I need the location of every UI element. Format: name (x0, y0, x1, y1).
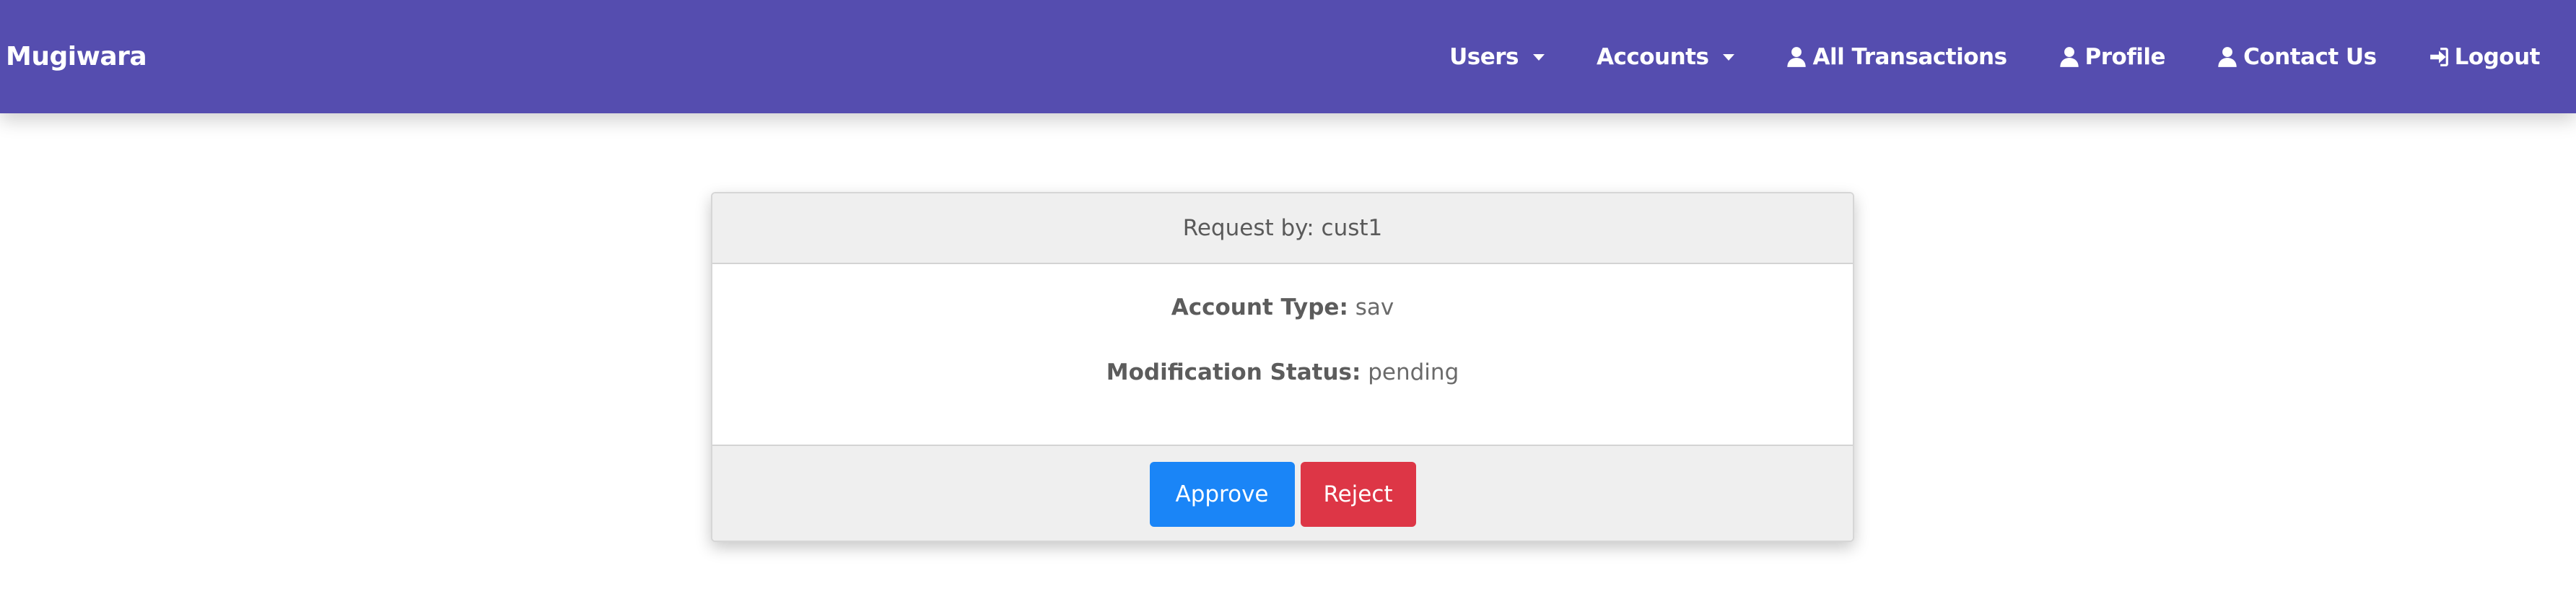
nav-profile[interactable]: Profile (2059, 44, 2166, 70)
request-card-header: Request by: cust1 (712, 193, 1853, 264)
account-type-label: Account Type: (1171, 294, 1348, 320)
nav-accounts-dropdown[interactable]: Accounts (1597, 43, 1735, 70)
approve-button[interactable]: Approve (1149, 461, 1295, 527)
nav-users-label: Users (1449, 43, 1519, 70)
nav-all-transactions[interactable]: All Transactions (1786, 44, 2007, 70)
sign-in-icon (2429, 46, 2449, 68)
user-icon (1786, 46, 1807, 68)
nav-contact-us[interactable]: Contact Us (2217, 43, 2377, 70)
nav-menu: Users Accounts All Transactions Profile … (1449, 44, 2540, 70)
nav-logout-label: Logout (2454, 43, 2541, 70)
reject-button[interactable]: Reject (1300, 461, 1416, 527)
nav-profile-label: Profile (2084, 43, 2166, 70)
navbar: Mugiwara Users Accounts All Transactions… (0, 0, 2576, 113)
account-type-row: Account Type: sav (712, 294, 1853, 320)
caret-down-icon (1533, 54, 1545, 61)
brand-logo[interactable]: Mugiwara (6, 42, 147, 71)
account-type-value: sav (1355, 294, 1394, 320)
modification-status-value: pending (1368, 359, 1459, 385)
request-card: Request by: cust1 Account Type: sav Modi… (711, 192, 1854, 542)
request-card-footer: Approve Reject (712, 445, 1853, 541)
caret-down-icon (1723, 54, 1735, 61)
user-icon (2217, 46, 2237, 68)
nav-logout[interactable]: Logout (2429, 43, 2541, 70)
request-card-body: Account Type: sav Modification Status: p… (712, 264, 1853, 445)
nav-contact-us-label: Contact Us (2243, 43, 2377, 70)
nav-all-transactions-label: All Transactions (1812, 43, 2007, 70)
modification-status-row: Modification Status: pending (712, 359, 1853, 385)
nav-users-dropdown[interactable]: Users (1449, 44, 1545, 70)
modification-status-label: Modification Status: (1106, 359, 1361, 385)
nav-accounts-label: Accounts (1597, 43, 1709, 70)
user-icon (2059, 46, 2079, 68)
